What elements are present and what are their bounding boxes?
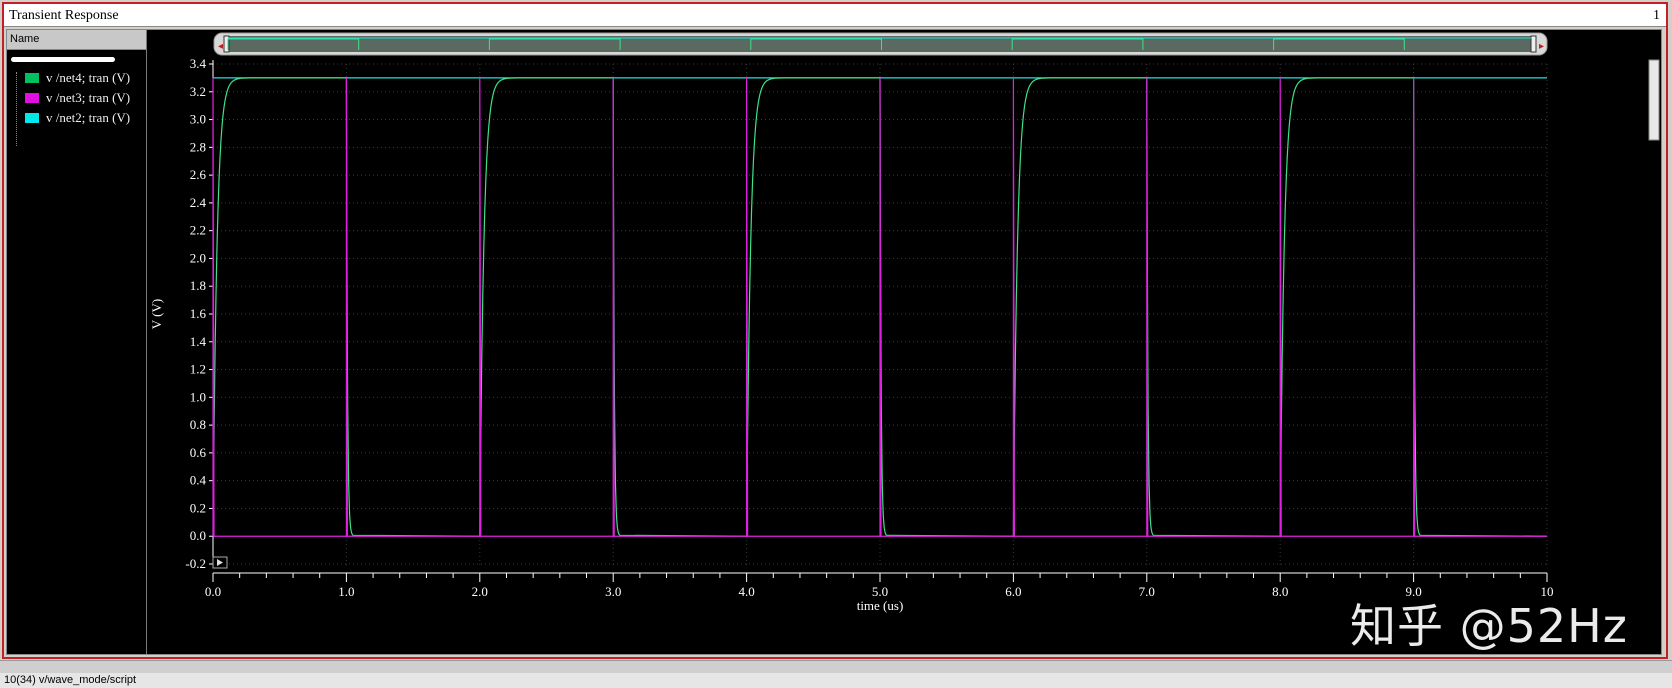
- x-tick-label: 8.0: [1272, 584, 1288, 599]
- trace-list-panel: Name v /net4; tran (V) v /net3; tran (V)…: [7, 30, 147, 654]
- legend-item-net3[interactable]: v /net3; tran (V): [25, 90, 130, 106]
- y-axis-label: V (V): [149, 299, 164, 329]
- y-tick-label: 1.2: [190, 362, 206, 377]
- trace-net3: [212, 77, 1547, 537]
- y-tick-label: 0.0: [190, 528, 206, 543]
- overview-right-arrow: ▸: [1539, 41, 1544, 52]
- y-tick-label: 2.6: [190, 167, 207, 182]
- x-tick-label: 5.0: [872, 584, 888, 599]
- x-tick-label: 6.0: [1005, 584, 1021, 599]
- x-tick-label: 2.0: [472, 584, 488, 599]
- trace-list-header-label: Name: [10, 33, 40, 45]
- trace-list-filter-bar[interactable]: [11, 57, 115, 62]
- y-tick-label: -0.2: [185, 556, 206, 571]
- x-tick-label: 4.0: [738, 584, 754, 599]
- y-tick-label: 1.0: [190, 389, 206, 404]
- y-tick-label: 2.4: [190, 195, 207, 210]
- y-tick-label: 2.0: [190, 250, 206, 265]
- y-tick-label: 3.0: [190, 112, 206, 127]
- legend-label: v /net4; tran (V): [46, 70, 131, 85]
- vertical-scrollbar: [1648, 59, 1660, 141]
- x-tick-label: 7.0: [1139, 584, 1155, 599]
- watermark-text: 知乎 @52Hz: [1350, 599, 1628, 653]
- legend-item-net2[interactable]: v /net2; tran (V): [25, 110, 130, 126]
- x-tick-label: 1.0: [338, 584, 354, 599]
- status-bar: 10(34) v/wave_mode/script: [0, 673, 1672, 688]
- y-tick-label: 0.2: [190, 500, 206, 515]
- plot-panel[interactable]: ◂ ▸ -0.2 0.0 0.2 0.4 0.6 0.8 1.0 1.2 1.4 1.6 1.8 2.0 2…: [148, 30, 1661, 654]
- waveform-plot[interactable]: ◂ ▸ -0.2 0.0 0.2 0.4 0.6 0.8 1.0 1.2 1.4 1.6 1.8 2.0 2…: [148, 30, 1661, 654]
- y-tick-label: 1.4: [190, 334, 207, 349]
- tree-connector: [16, 72, 18, 146]
- overview-left-arrow: ◂: [218, 41, 223, 52]
- app-frame: Transient Response 1 Name v /net4; tran …: [0, 0, 1672, 688]
- trace-list-header[interactable]: Name: [7, 30, 146, 50]
- y-tick-label: 1.6: [190, 306, 207, 321]
- y-tick-label: 1.8: [190, 278, 206, 293]
- y-tick-label: 0.6: [190, 445, 207, 460]
- y-tick-label: 0.4: [190, 473, 207, 488]
- x-axis-label: time (us): [857, 598, 904, 613]
- graph-area: Name v /net4; tran (V) v /net3; tran (V)…: [6, 29, 1662, 655]
- y-tick-label: 2.8: [190, 139, 206, 154]
- x-tick-label: 0.0: [205, 584, 221, 599]
- y-tick-label: 0.8: [190, 417, 206, 432]
- window-title: Transient Response: [9, 8, 119, 23]
- legend-label: v /net2; tran (V): [46, 110, 131, 125]
- y-tick-label: 3.2: [190, 84, 206, 99]
- title-bar[interactable]: Transient Response 1: [4, 4, 1666, 27]
- scroll-bar[interactable]: [0, 660, 1672, 673]
- y-tick-label: 2.2: [190, 223, 206, 238]
- legend-label: v /net3; tran (V): [46, 90, 131, 105]
- x-tick-label: 3.0: [605, 584, 621, 599]
- waveform-window: Transient Response 1 Name v /net4; tran …: [2, 2, 1668, 659]
- legend-item-net4[interactable]: v /net4; tran (V): [25, 70, 130, 86]
- y-tick-label: 3.4: [190, 56, 207, 71]
- legend-swatch: [25, 73, 39, 83]
- window-number: 1: [1653, 8, 1660, 23]
- legend-swatch: [25, 93, 39, 103]
- legend-swatch: [25, 113, 39, 123]
- status-text: 10(34) v/wave_mode/script: [4, 674, 137, 686]
